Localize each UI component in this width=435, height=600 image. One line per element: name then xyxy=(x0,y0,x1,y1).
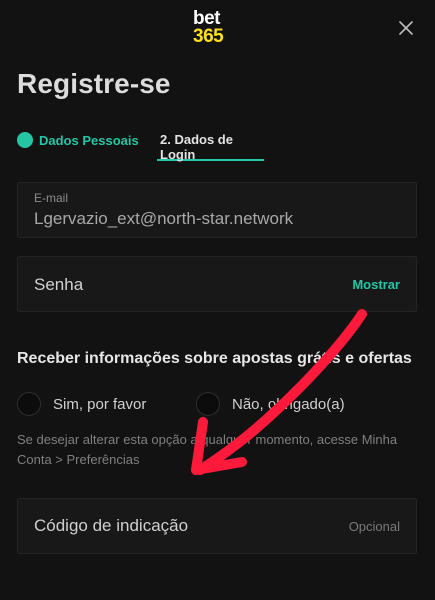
step-label: Dados Pessoais xyxy=(39,132,139,148)
radio-label: Sim, por favor xyxy=(53,395,147,413)
email-field[interactable]: E-mail Lgervazio_ext@north-star.network xyxy=(17,182,417,238)
password-placeholder: Senha xyxy=(34,275,84,294)
preferences-hint: Se desejar alterar esta opção a qualquer… xyxy=(17,432,398,467)
marketing-question: Receber informações sobre apostas grátis… xyxy=(17,350,412,367)
referral-code-field[interactable]: Código de indicação Opcional xyxy=(17,498,417,554)
logo-text-365: 365 xyxy=(193,26,224,47)
password-field[interactable]: Senha Mostrar xyxy=(17,256,417,312)
close-button[interactable] xyxy=(396,18,416,38)
step-dados-pessoais[interactable]: Dados Pessoais xyxy=(17,130,139,150)
referral-code-placeholder: Código de indicação xyxy=(34,516,189,535)
close-icon xyxy=(399,21,413,35)
radio-button[interactable] xyxy=(17,392,41,416)
radio-button[interactable] xyxy=(196,392,220,416)
radio-label: Não, obrigado(a) xyxy=(232,395,345,413)
step-label: 2. Dados de Login xyxy=(160,132,233,162)
show-password-button[interactable]: Mostrar xyxy=(352,277,400,292)
email-value: Lgervazio_ext@north-star.network xyxy=(34,209,294,228)
step-dados-de-login[interactable]: 2. Dados de Login xyxy=(157,120,264,162)
step-complete-icon xyxy=(17,132,33,148)
page-title: Registre-se xyxy=(17,68,171,99)
optional-label: Opcional xyxy=(348,519,400,534)
header: bet 365 xyxy=(0,0,435,60)
radio-option-sim[interactable]: Sim, por favor xyxy=(17,391,146,417)
step-indicator: Dados Pessoais 2. Dados de Login xyxy=(17,120,417,162)
logo-text-bet: bet xyxy=(193,8,221,29)
email-label: E-mail xyxy=(34,191,69,205)
bet365-logo: bet 365 xyxy=(193,8,243,48)
radio-option-nao[interactable]: Não, obrigado(a) xyxy=(196,391,345,417)
